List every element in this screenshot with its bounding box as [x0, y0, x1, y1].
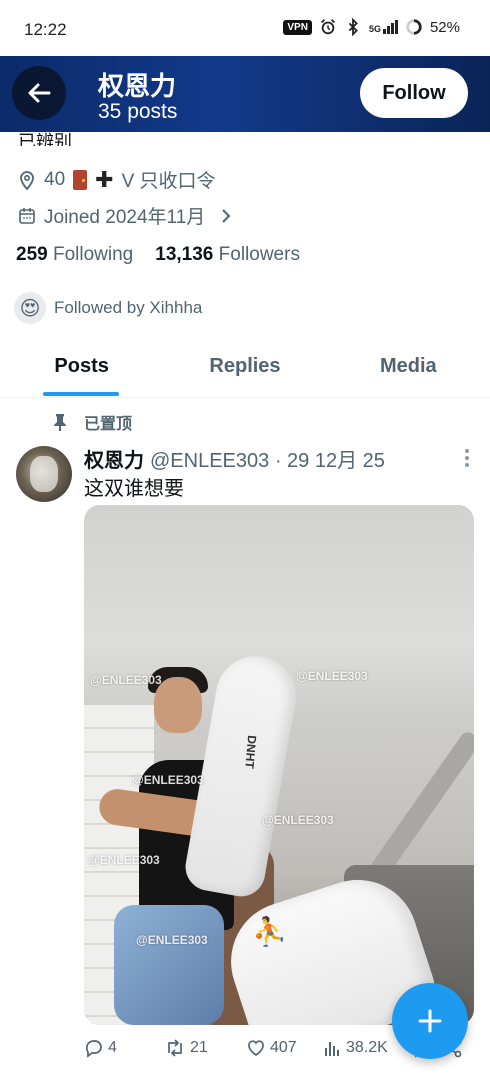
- joined-date: Joined 2024年11月: [44, 207, 206, 228]
- following-label: Following: [52, 244, 134, 265]
- tweet-author-avatar[interactable]: [16, 446, 72, 502]
- jumpman-logo-icon: ⛹: [252, 916, 287, 947]
- media-shorts: [114, 905, 224, 1025]
- tab-replies[interactable]: Replies: [163, 340, 326, 397]
- active-tab-indicator: [43, 392, 119, 396]
- profile-header: 权恩力 35 posts Follow: [0, 56, 490, 132]
- chevron-right-icon[interactable]: [219, 208, 233, 224]
- watermark-5: @ENLEE303: [88, 853, 160, 867]
- signal-5g-icon: 5G: [369, 20, 398, 34]
- followed-by-row[interactable]: 😍 Followed by Xihhha: [14, 292, 202, 324]
- battery-percent: 52%: [429, 18, 460, 36]
- pin-icon: [54, 414, 66, 431]
- views-count: 38.2K: [346, 1039, 388, 1056]
- watermark-6: @ENLEE303: [136, 933, 208, 947]
- alarm-icon: [321, 19, 335, 35]
- reply-count: 4: [108, 1039, 117, 1056]
- tab-media[interactable]: Media: [327, 340, 490, 397]
- tweet-text: 这双谁想要: [84, 478, 184, 500]
- battery-icon: [406, 19, 422, 35]
- back-button[interactable]: [12, 66, 66, 120]
- like-button[interactable]: 407: [246, 1038, 324, 1058]
- heart-icon: [248, 1040, 264, 1057]
- pinned-indicator: 已置顶: [52, 410, 132, 434]
- location-row: 40 ✚ V 只收口令: [18, 166, 216, 193]
- network-type-label: 5G: [368, 24, 381, 34]
- status-time: 12:22: [24, 20, 67, 39]
- watermark-4: @ENLEE303: [262, 813, 334, 827]
- status-bar: 12:22 VPN 5G 52%: [0, 0, 490, 56]
- joined-row: Joined 2024年11月: [18, 202, 233, 229]
- follow-stats: 259 Following 13,136 Followers: [16, 244, 300, 266]
- bluetooth-icon: [348, 18, 358, 36]
- plus-icon: ✚: [95, 166, 114, 192]
- views-chart-icon: [325, 1042, 339, 1056]
- tweet-header: 权恩力 @ENLEE303 · 29 12月 25: [84, 444, 385, 473]
- bio-text: 已辨别: [18, 132, 72, 146]
- more-options-icon[interactable]: [464, 448, 470, 468]
- status-icons: VPN 5G 52%: [283, 18, 460, 36]
- followers-count: 13,136: [155, 244, 214, 265]
- media-sock-text: DNHT: [242, 734, 260, 770]
- location-prefix: 40: [44, 168, 66, 190]
- pinned-label: 已置顶: [84, 416, 133, 433]
- tweet-handle-date: @ENLEE303 · 29 12月 25: [150, 450, 385, 472]
- location-pin-icon: [20, 170, 34, 190]
- following-count: 259: [16, 244, 48, 265]
- followed-by-text: Followed by Xihhha: [54, 298, 203, 317]
- arrow-left-icon: [28, 83, 51, 103]
- header-posts-count: 35 posts: [98, 100, 178, 123]
- like-count: 407: [270, 1039, 297, 1056]
- followers-link[interactable]: 13,136 Followers: [155, 244, 300, 266]
- follow-button[interactable]: Follow: [360, 68, 468, 118]
- repost-button[interactable]: 21: [164, 1038, 246, 1058]
- followers-label: Followers: [218, 244, 300, 265]
- location-suffix: V 只收口令: [121, 171, 216, 192]
- calendar-icon: [19, 207, 35, 224]
- tweet-media-image[interactable]: DNHT ⛹ @ENLEE303 @ENLEE303 @ENLEE303 @EN…: [84, 505, 474, 1025]
- watermark-2: @ENLEE303: [296, 669, 368, 683]
- tab-posts[interactable]: Posts: [0, 340, 163, 397]
- profile-tabs: Posts Replies Media: [0, 340, 490, 398]
- repost-count: 21: [190, 1039, 208, 1056]
- reply-icon: [85, 1040, 102, 1058]
- vpn-icon: VPN: [283, 19, 312, 35]
- compose-button[interactable]: [392, 983, 468, 1059]
- header-name: 权恩力: [98, 71, 177, 101]
- door-icon: [73, 169, 88, 190]
- following-link[interactable]: 259 Following: [16, 244, 133, 266]
- follower-avatar: 😍: [14, 292, 46, 324]
- plus-icon-compose: [418, 1009, 442, 1033]
- tweet-author-name[interactable]: 权恩力: [84, 444, 144, 473]
- watermark-3: @ENLEE303: [132, 773, 204, 787]
- reply-button[interactable]: 4: [84, 1038, 164, 1058]
- repost-icon: [168, 1039, 182, 1057]
- watermark-1: @ENLEE303: [90, 673, 162, 687]
